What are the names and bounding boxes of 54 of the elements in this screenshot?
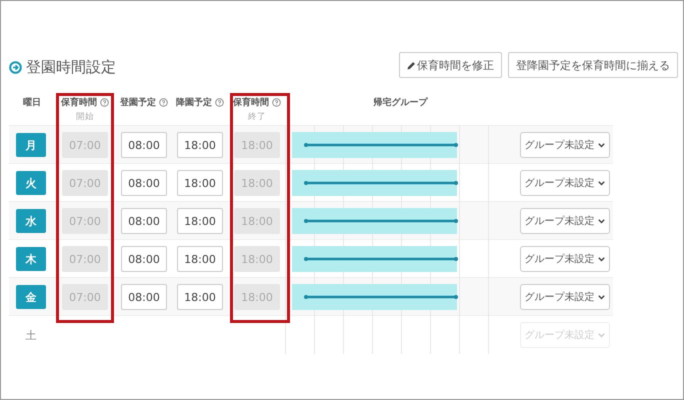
time-field[interactable]: 18:00	[177, 208, 223, 234]
group-select[interactable]: グループ未設定	[520, 170, 610, 196]
day-badge: 月	[16, 133, 46, 157]
time-field[interactable]: 18:00	[177, 246, 223, 272]
help-icon[interactable]	[159, 98, 168, 107]
time-field: 18:00	[234, 208, 280, 234]
time-field: 07:00	[62, 284, 108, 310]
chevron-down-icon	[598, 142, 604, 148]
day-badge: 木	[16, 247, 46, 271]
time-field: 07:00	[62, 132, 108, 158]
time-field[interactable]: 18:00	[177, 170, 223, 196]
time-field[interactable]: 08:00	[121, 284, 167, 310]
column-header: 登園予定	[120, 96, 156, 109]
chevron-down-icon	[598, 218, 604, 224]
column-header: 保育時間	[233, 96, 269, 109]
column-header: 帰宅グループ	[374, 96, 428, 109]
day-badge: 水	[16, 209, 46, 233]
day-label: 土	[24, 328, 38, 342]
chevron-down-icon	[598, 180, 604, 186]
arrow-circle-icon	[9, 60, 22, 74]
column-header: 曜日	[23, 96, 41, 109]
group-select[interactable]: グループ未設定	[520, 132, 610, 158]
time-field[interactable]: 18:00	[177, 132, 223, 158]
day-badge: 火	[16, 171, 46, 195]
time-field: 07:00	[62, 170, 108, 196]
time-field[interactable]: 08:00	[121, 246, 167, 272]
action-button[interactable]: 登降園予定を保育時間に揃える	[508, 52, 678, 78]
time-field[interactable]: 08:00	[121, 170, 167, 196]
time-field[interactable]: 08:00	[121, 132, 167, 158]
time-field[interactable]: 08:00	[121, 208, 167, 234]
time-field: 07:00	[62, 208, 108, 234]
help-icon[interactable]	[215, 98, 224, 107]
time-field: 18:00	[234, 132, 280, 158]
chevron-down-icon	[598, 294, 604, 300]
column-subheader: 終了	[248, 111, 266, 123]
group-select[interactable]: グループ未設定	[520, 284, 610, 310]
action-button[interactable]: 保育時間を修正	[399, 52, 502, 78]
column-subheader: 開始	[76, 111, 94, 123]
chevron-down-icon	[598, 332, 604, 338]
chevron-down-icon	[598, 256, 604, 262]
time-field[interactable]: 18:00	[177, 284, 223, 310]
help-icon[interactable]	[100, 98, 109, 107]
time-field: 18:00	[234, 284, 280, 310]
column-header: 降園予定	[176, 96, 212, 109]
day-badge: 金	[16, 285, 46, 309]
time-field: 07:00	[62, 246, 108, 272]
group-select[interactable]: グループ未設定	[520, 246, 610, 272]
time-field: 18:00	[234, 170, 280, 196]
group-select[interactable]: グループ未設定	[520, 208, 610, 234]
pencil-icon	[407, 60, 416, 70]
help-icon[interactable]	[272, 98, 281, 107]
column-header: 保育時間	[61, 96, 97, 109]
time-field: 18:00	[234, 246, 280, 272]
page-title: 登園時間設定	[26, 58, 116, 76]
